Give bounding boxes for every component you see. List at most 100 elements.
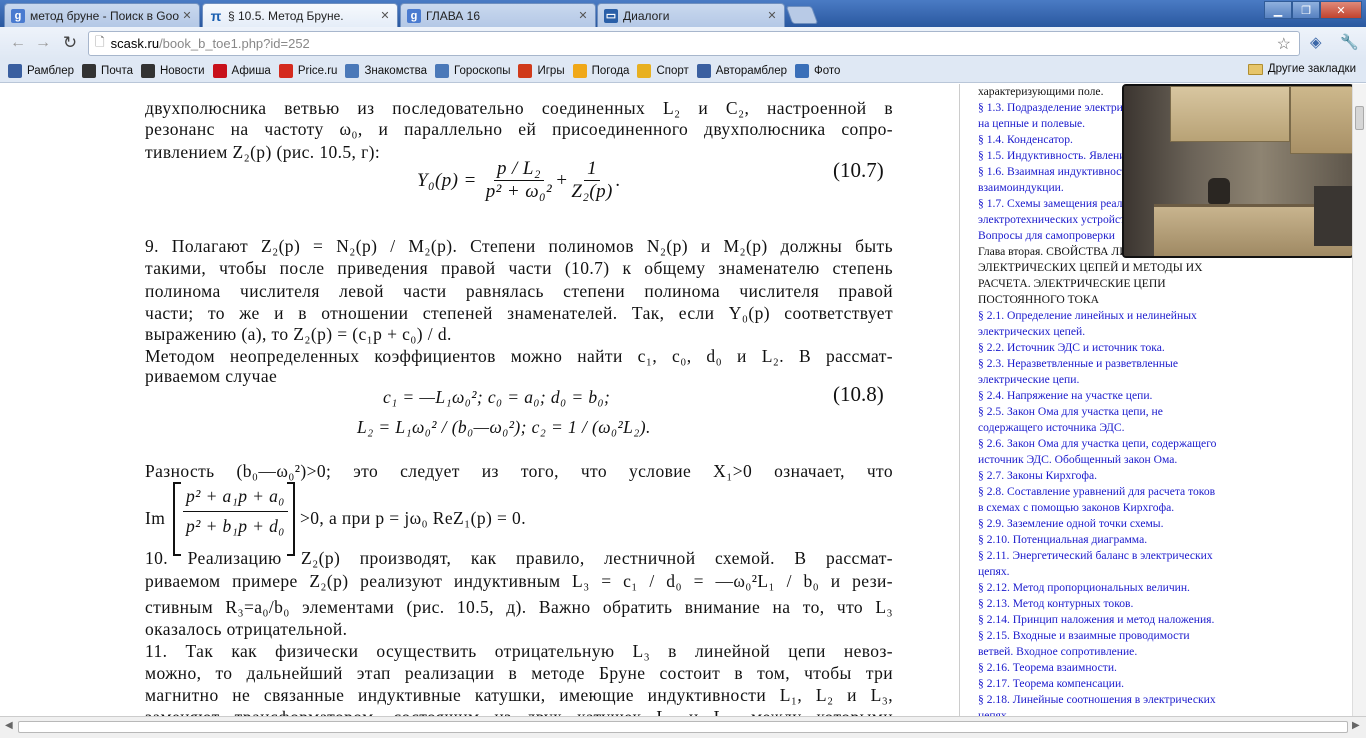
toc-link[interactable]: § 2.12. Метод пропорциональных величин. bbox=[978, 580, 1190, 596]
scanned-page: двухполюсника ветвью из последовательно … bbox=[100, 84, 960, 716]
toc-link[interactable]: Вопросы для самопроверки bbox=[978, 228, 1115, 244]
bookmark-item[interactable]: Афиша bbox=[212, 63, 271, 78]
toc-link[interactable]: цепях. bbox=[978, 564, 1010, 580]
toc-link[interactable]: в схемах с помощью законов Кирхгофа. bbox=[978, 500, 1174, 516]
webcam-scene bbox=[1208, 178, 1230, 204]
horizontal-scrollbar[interactable]: ◀ ▶ bbox=[0, 716, 1366, 738]
bookmark-star-icon[interactable]: ☆ bbox=[1277, 34, 1291, 54]
bookmark-item[interactable]: Авторамблер bbox=[696, 63, 787, 78]
toc-link[interactable]: электротехнических устройств. bbox=[978, 212, 1134, 228]
tab-brune[interactable]: π § 10.5. Метод Бруне. ✕ bbox=[202, 3, 398, 27]
toc-link[interactable]: § 2.8. Составление уравнений для расчета… bbox=[978, 484, 1215, 500]
bookmark-label: Знакомства bbox=[364, 64, 428, 77]
toc-link[interactable]: § 2.14. Принцип наложения и метод наложе… bbox=[978, 612, 1214, 628]
bookmark-label: Фото bbox=[814, 64, 841, 77]
toc-link[interactable]: электрических цепей. bbox=[978, 324, 1085, 340]
close-window-icon[interactable]: ✕ bbox=[1320, 1, 1362, 19]
toc-link[interactable]: § 2.15. Входные и взаимные проводимости bbox=[978, 628, 1190, 644]
bookmark-item[interactable]: Фото bbox=[795, 63, 841, 78]
toc-link[interactable]: содержащего источника ЭДС. bbox=[978, 420, 1125, 436]
scroll-track[interactable] bbox=[18, 721, 1348, 733]
other-bookmarks[interactable]: Другие закладки bbox=[1247, 63, 1356, 75]
toc-link[interactable]: взаимоиндукции. bbox=[978, 180, 1064, 196]
tab-title: Диалоги bbox=[623, 8, 670, 23]
new-tab-button[interactable] bbox=[785, 6, 819, 24]
bookmark-label: Спорт bbox=[656, 64, 689, 77]
bookmark-item[interactable]: Новости bbox=[140, 63, 205, 78]
text-line: резонанс на частоту ω₀, и параллельно ей… bbox=[145, 119, 893, 139]
eq-denominator: Z₂(p) bbox=[571, 181, 613, 202]
bookmark-item[interactable]: Гороскопы bbox=[435, 63, 511, 78]
close-icon[interactable]: ✕ bbox=[379, 9, 391, 22]
bookmark-item[interactable]: Почта bbox=[82, 63, 133, 78]
text-line: тивлением Z₂(p) (рис. 10.5, г): bbox=[145, 142, 381, 162]
text-line: можно, то дальнейший этап реализации в м… bbox=[145, 663, 893, 683]
equation-10-8-line1: c₁ = —L₁ω₀²; c₀ = a₀; d₀ = b₀; bbox=[383, 387, 611, 407]
back-icon[interactable]: ← bbox=[8, 34, 28, 52]
address-path: /book_b_toe1.php?id=252 bbox=[159, 36, 310, 51]
eq-lhs: Y₀(p) = bbox=[417, 169, 477, 191]
toc-link[interactable]: § 2.7. Законы Кирхгофа. bbox=[978, 468, 1097, 484]
bookmark-item[interactable]: Игры bbox=[518, 63, 565, 78]
bookmark-label: Рамблер bbox=[27, 64, 75, 77]
scroll-thumb[interactable] bbox=[1355, 106, 1364, 130]
toc-link[interactable]: § 2.2. Источник ЭДС и источник тока. bbox=[978, 340, 1165, 356]
toc-link[interactable]: § 2.6. Закон Ома для участка цепи, содер… bbox=[978, 436, 1216, 452]
horoscope-icon bbox=[435, 63, 450, 78]
toc-link[interactable]: § 2.13. Метод контурных токов. bbox=[978, 596, 1133, 612]
toc-link[interactable]: § 2.17. Теорема компенсации. bbox=[978, 676, 1124, 692]
toc-link[interactable]: § 1.6. Взаимная индуктивность bbox=[978, 164, 1132, 180]
bookmark-item[interactable]: Погода bbox=[572, 63, 629, 78]
bookmark-label: Гороскопы bbox=[454, 64, 511, 77]
toc-link[interactable]: § 1.5. Индуктивность. Явление bbox=[978, 148, 1131, 164]
extension-icon[interactable]: ◈ bbox=[1310, 33, 1322, 51]
tab-search[interactable]: g метод бруне - Поиск в Goo ✕ bbox=[4, 3, 200, 27]
toc-link[interactable]: § 2.5. Закон Ома для участка цепи, не bbox=[978, 404, 1163, 420]
minimize-icon[interactable]: ▁ bbox=[1264, 1, 1292, 19]
news-icon bbox=[140, 63, 155, 78]
toc-link[interactable]: цепях. bbox=[978, 708, 1010, 716]
webcam-overlay[interactable] bbox=[1122, 84, 1354, 258]
toc-link[interactable]: § 2.9. Заземление одной точки схемы. bbox=[978, 516, 1164, 532]
toolbar: ← → ↻ 🗋 scask.ru/book_b_toe1.php?id=252 … bbox=[0, 27, 1366, 59]
close-icon[interactable]: ✕ bbox=[577, 9, 589, 22]
text-line: 11. Так как физически осуществить отрица… bbox=[145, 641, 893, 661]
toc-link[interactable]: § 1.4. Конденсатор. bbox=[978, 132, 1073, 148]
scroll-right-icon[interactable]: ▶ bbox=[1352, 720, 1360, 731]
page-content: двухполюсника ветвью из последовательно … bbox=[0, 84, 1366, 716]
restore-icon[interactable]: ❐ bbox=[1292, 1, 1320, 19]
forward-icon[interactable]: → bbox=[33, 34, 53, 52]
games-icon bbox=[518, 63, 533, 78]
address-host: scask.ru bbox=[110, 36, 160, 51]
toc-link[interactable]: § 2.3. Неразветвленные и разветвленные bbox=[978, 356, 1178, 372]
address-bar[interactable]: 🗋 scask.ru/book_b_toe1.php?id=252 ☆ bbox=[88, 31, 1300, 56]
bookmark-label: Price.ru bbox=[297, 64, 338, 77]
toc-link[interactable]: § 2.4. Напряжение на участке цепи. bbox=[978, 388, 1152, 404]
toc-link[interactable]: § 2.18. Линейные соотношения в электриче… bbox=[978, 692, 1216, 708]
scroll-left-icon[interactable]: ◀ bbox=[5, 720, 13, 731]
close-icon[interactable]: ✕ bbox=[766, 9, 778, 22]
toc-link[interactable]: § 2.1. Определение линейных и нелинейных bbox=[978, 308, 1197, 324]
toc-link[interactable]: электрические цепи. bbox=[978, 372, 1079, 388]
bookmark-item[interactable]: Спорт bbox=[637, 63, 689, 78]
toc-link[interactable]: § 2.16. Теорема взаимности. bbox=[978, 660, 1117, 676]
toc-link[interactable]: § 2.11. Энергетический баланс в электрич… bbox=[978, 548, 1213, 564]
text-line: полинома числителя левой части равнялась… bbox=[145, 281, 893, 301]
toc-link[interactable]: на цепные и полевые. bbox=[978, 116, 1085, 132]
wrench-icon[interactable]: 🔧 bbox=[1340, 33, 1359, 51]
toc-link[interactable]: ветвей. Входное сопротивление. bbox=[978, 644, 1137, 660]
photo-icon bbox=[795, 63, 809, 78]
toc-link[interactable]: источник ЭДС. Обобщенный закон Ома. bbox=[978, 452, 1177, 468]
bookmark-item[interactable]: Price.ru bbox=[278, 63, 338, 78]
close-icon[interactable]: ✕ bbox=[181, 9, 193, 22]
bookmark-item[interactable]: Знакомства bbox=[345, 63, 428, 78]
tab-dialogs[interactable]: ▭ Диалоги ✕ bbox=[597, 3, 785, 27]
toc-heading: РАСЧЕТА. ЭЛЕКТРИЧЕСКИЕ ЦЕПИ bbox=[978, 277, 1166, 290]
reload-icon[interactable]: ↻ bbox=[60, 34, 80, 52]
text-line: стивным R₃=a₀/b₀ элементами (рис. 10.5, … bbox=[145, 597, 893, 617]
bookmark-item[interactable]: Рамблер bbox=[8, 63, 75, 78]
tab-chapter[interactable]: g ГЛАВА 16 ✕ bbox=[400, 3, 596, 27]
toc-heading: ПОСТОЯННОГО ТОКА bbox=[978, 293, 1100, 306]
toc-link[interactable]: § 2.10. Потенциальная диаграмма. bbox=[978, 532, 1147, 548]
vertical-scrollbar[interactable] bbox=[1352, 84, 1366, 716]
